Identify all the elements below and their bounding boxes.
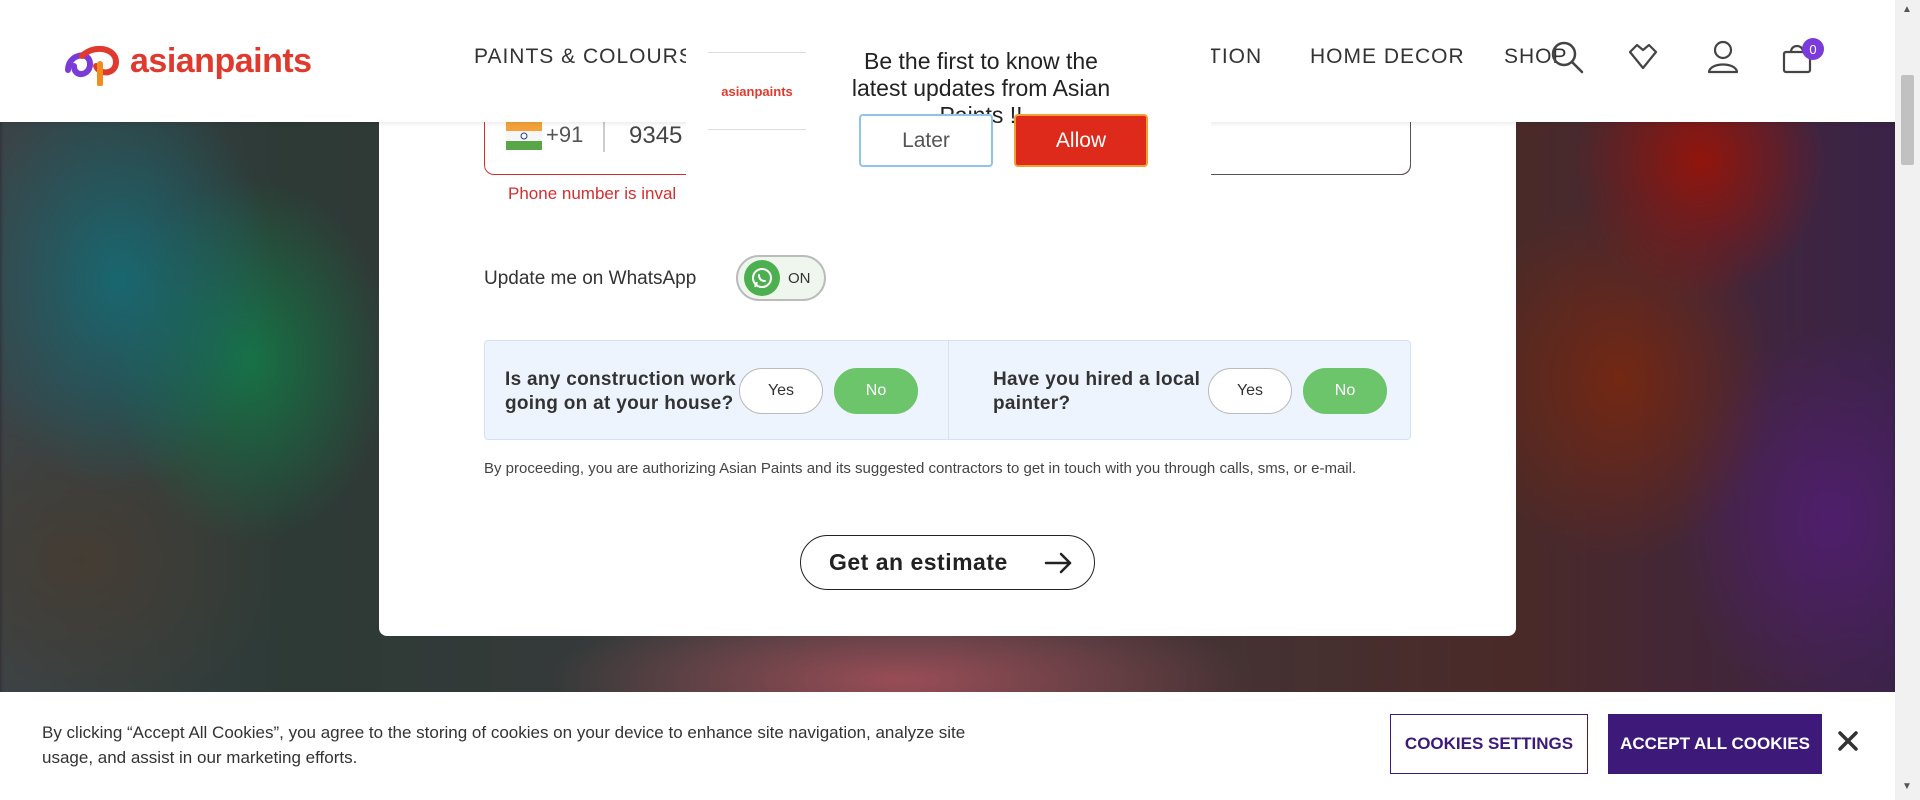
phone-input[interactable]: 9345: [629, 122, 682, 150]
painter-no-button[interactable]: No: [1303, 368, 1387, 414]
construction-yes-button[interactable]: Yes: [739, 368, 823, 414]
cookies-settings-button[interactable]: COOKIES SETTINGS: [1390, 714, 1588, 774]
nav-item-home-decor[interactable]: HOME DECOR: [1310, 45, 1465, 69]
painter-yes-button[interactable]: Yes: [1208, 368, 1292, 414]
whatsapp-icon: [744, 260, 780, 296]
page-scrollbar[interactable]: ▲ ▼: [1895, 0, 1920, 800]
get-estimate-button[interactable]: Get an estimate: [800, 535, 1095, 590]
close-icon[interactable]: [1835, 728, 1861, 754]
search-icon[interactable]: [1548, 38, 1586, 76]
cookie-banner: By clicking “Accept All Cookies”, you ag…: [0, 692, 1895, 800]
scroll-thumb[interactable]: [1901, 75, 1914, 165]
question-painter: Have you hired a local painter?: [993, 369, 1201, 414]
estimate-form-card: +91 9345 Phone number is inval Update me…: [379, 90, 1516, 636]
india-flag-icon: [506, 122, 542, 150]
account-icon[interactable]: [1704, 38, 1742, 76]
nav-item-inspiration[interactable]: TION: [1208, 45, 1262, 69]
logo[interactable]: asianpaints: [60, 36, 312, 86]
scroll-up-icon[interactable]: ▲: [1902, 4, 1912, 15]
question-construction: Is any construction work going on at you…: [505, 369, 737, 414]
whatsapp-label: Update me on WhatsApp: [484, 268, 697, 289]
questions-divider: [948, 341, 949, 439]
cookie-text: By clicking “Accept All Cookies”, you ag…: [42, 723, 966, 767]
allow-button[interactable]: Allow: [1014, 114, 1148, 167]
get-estimate-label: Get an estimate: [829, 549, 1008, 575]
scroll-down-icon[interactable]: ▼: [1902, 781, 1912, 792]
questions-panel: Is any construction work going on at you…: [484, 340, 1411, 440]
notification-logo-text: asianpaints: [721, 83, 793, 99]
consent-text: By proceeding, you are authorizing Asian…: [484, 460, 1357, 477]
notification-popup: asianpaints Be the first to know the lat…: [686, 48, 1211, 176]
whatsapp-toggle[interactable]: ON: [736, 255, 826, 301]
logo-text: asianpaints: [130, 41, 312, 80]
country-code[interactable]: +91: [546, 122, 583, 148]
phone-divider: [603, 120, 605, 152]
later-button[interactable]: Later: [859, 114, 993, 167]
cart-count-badge: 0: [1802, 38, 1824, 60]
nav-item-paints-colours[interactable]: PAINTS & COLOURS: [474, 45, 694, 69]
construction-no-button[interactable]: No: [834, 368, 918, 414]
accept-all-cookies-button[interactable]: ACCEPT ALL COOKIES: [1608, 714, 1822, 774]
wishlist-icon[interactable]: [1624, 38, 1662, 76]
notification-logo: asianpaints: [708, 52, 806, 130]
logo-mark-icon: [65, 45, 120, 86]
arrow-right-icon: [1044, 552, 1072, 573]
whatsapp-state: ON: [788, 269, 811, 287]
phone-error: Phone number is inval: [508, 184, 677, 203]
